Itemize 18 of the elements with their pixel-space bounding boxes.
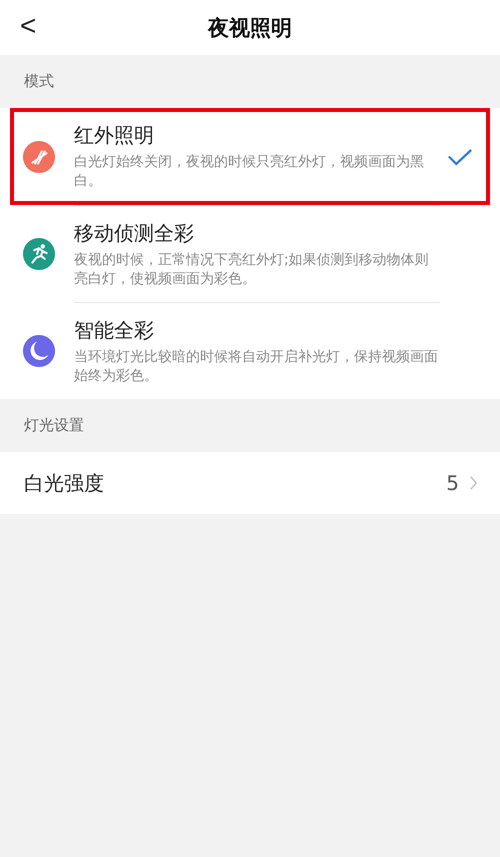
chevron-right-icon (469, 475, 478, 491)
section-label: 模式 (24, 72, 54, 91)
page-title: 夜视照明 (208, 14, 292, 42)
mode-title: 智能全彩 (74, 316, 155, 344)
mode-option[interactable]: 智能全彩 当环境灯光比较暗的时候将自动开启补光灯，保持视频画面始终为彩色。 (0, 302, 500, 399)
mode-title: 移动侦测全彩 (74, 220, 195, 246)
setting-label: 白光强度 (24, 470, 105, 496)
mode-description: 白光灯始终关闭，夜视的时候只亮红外灯，视频画面为黑白。 (74, 153, 425, 191)
mode-description: 当环境灯光比较暗的时候将自动开启补光灯，保持视频画面始终为彩色。 (74, 348, 439, 386)
mode-title: 红外照明 (74, 122, 155, 149)
mode-option[interactable]: 移动侦测全彩 夜视的时候，正常情况下亮红外灯;如果侦测到移动物体则亮白灯，使视频画面为彩色。 (0, 205, 500, 302)
section-label: 灯光设置 (24, 416, 84, 435)
setting-value: 5 (446, 471, 459, 495)
mode-option[interactable]: 红外照明 白光灯始终关闭，夜视的时候只亮红外灯，视频画面为黑白。 (10, 108, 490, 205)
checkmark-icon (447, 147, 473, 166)
back-button[interactable]: < (14, 10, 42, 42)
setting-row[interactable]: 白光强度 5 (0, 452, 500, 514)
mode-description: 夜视的时候，正常情况下亮红外灯;如果侦测到移动物体则亮白灯，使视频画面为彩色。 (74, 250, 430, 288)
